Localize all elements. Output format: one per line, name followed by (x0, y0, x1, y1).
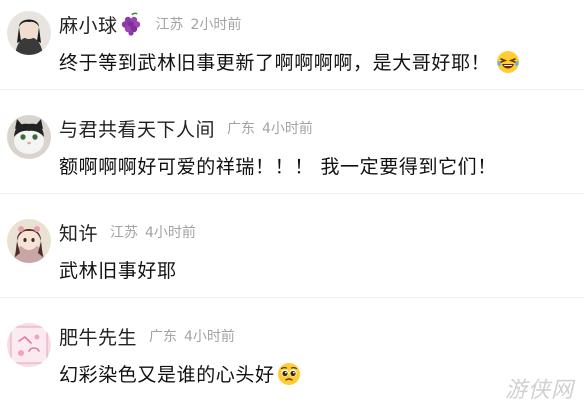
comment-region: 江苏 (110, 225, 139, 241)
comment-text-content: 武林旧事好耶 (59, 260, 177, 282)
avatar[interactable] (7, 323, 51, 367)
comment-text: 终于等到武林旧事更新了啊啊啊啊，是大哥好耶！ (59, 48, 520, 75)
divider (0, 89, 584, 90)
watermark: 游侠网 (504, 378, 574, 403)
comment-item: 麻小球 江苏 2小时前 终于等到武林旧事更新了啊啊啊啊，是大哥好耶！ (0, 0, 584, 90)
comment-text-content: 幻彩染色又是谁的心头好 (59, 364, 275, 386)
comment-meta: 广东 4小时前 (149, 326, 235, 346)
comment-item: 肥牛先生 广东 4小时前 幻彩染色又是谁的心头好 (0, 312, 584, 410)
comment-region: 江苏 (155, 17, 184, 33)
avatar[interactable] (7, 11, 51, 55)
comment-time: 4小时前 (184, 329, 235, 345)
username[interactable]: 知许 (59, 219, 98, 246)
comment-text: 武林旧事好耶 (59, 256, 177, 283)
comment-item: 知许 江苏 4小时前 武林旧事好耶 (0, 208, 584, 298)
comment-list: 麻小球 江苏 2小时前 终于等到武林旧事更新了啊啊啊啊，是大哥好耶！ 与君共看天… (0, 0, 584, 410)
comment-item: 与君共看天下人间 广东 4小时前 额啊啊啊好可爱的祥瑞！！！ 我一定要得到它们！ (0, 104, 584, 194)
pleading-face-icon (277, 362, 301, 386)
divider (0, 193, 584, 194)
avatar[interactable] (7, 219, 51, 263)
grape-icon (120, 12, 144, 36)
comment-meta: 江苏 2小时前 (156, 14, 242, 34)
username[interactable]: 与君共看天下人间 (59, 115, 215, 142)
comment-region: 广东 (149, 329, 178, 345)
comment-time: 4小时前 (145, 225, 196, 241)
comment-text: 额啊啊啊好可爱的祥瑞！！！ 我一定要得到它们！ (59, 152, 497, 179)
comment-meta: 广东 4小时前 (227, 118, 313, 138)
comment-time: 4小时前 (262, 121, 313, 137)
comment-text: 幻彩染色又是谁的心头好 (59, 360, 301, 387)
comment-meta: 江苏 4小时前 (110, 222, 196, 242)
comment-region: 广东 (227, 121, 256, 137)
laughing-crying-face-icon (496, 50, 520, 74)
comment-text-content: 终于等到武林旧事更新了啊啊啊啊，是大哥好耶！ (59, 52, 491, 74)
comment-time: 2小时前 (190, 17, 242, 33)
divider (0, 297, 584, 298)
username[interactable]: 麻小球 (59, 11, 118, 38)
comment-text-content: 额啊啊啊好可爱的祥瑞！！！ 我一定要得到它们！ (59, 156, 497, 178)
username[interactable]: 肥牛先生 (59, 323, 137, 350)
avatar[interactable] (7, 115, 51, 159)
